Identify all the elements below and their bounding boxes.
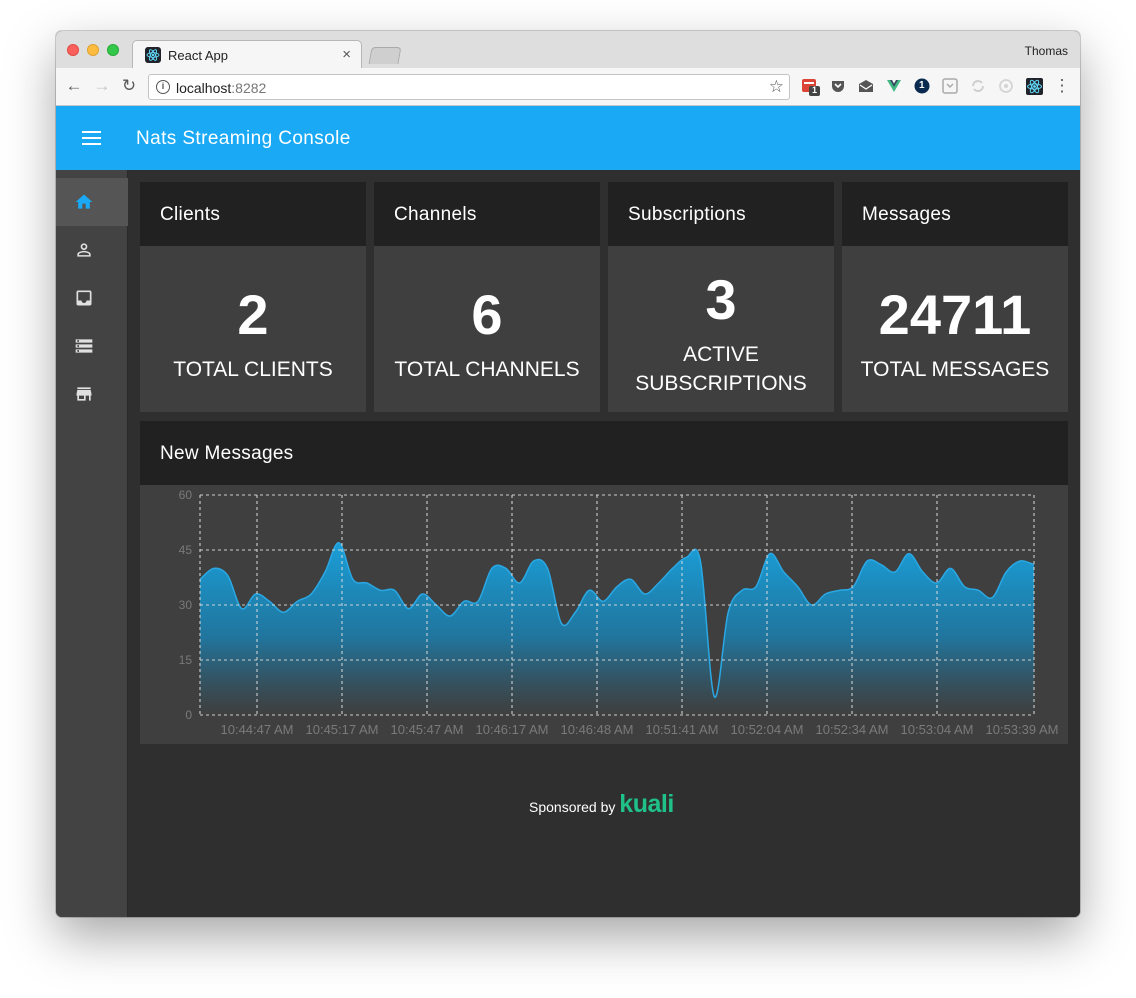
card-title: Channels	[394, 204, 477, 225]
inbox-icon	[76, 290, 92, 306]
extension-badge: 1	[812, 85, 818, 95]
card-label: ACTIVE	[683, 343, 759, 366]
x-tick-label: 10:44:47 AM	[221, 722, 294, 737]
browser-menu-icon[interactable]: ⋮	[1052, 76, 1072, 96]
tab-strip: React App × Thomas	[56, 31, 1080, 69]
card-label: TOTAL CHANNELS	[394, 358, 580, 381]
bookmark-star-icon[interactable]: ☆	[769, 77, 784, 97]
new-tab-button[interactable]	[368, 47, 402, 64]
y-tick-label: 15	[179, 653, 193, 667]
kuali-logo[interactable]: kuali	[619, 790, 674, 818]
x-tick-label: 10:46:48 AM	[561, 722, 634, 737]
card-label: TOTAL CLIENTS	[173, 358, 333, 381]
x-tick-label: 10:46:17 AM	[476, 722, 549, 737]
app-bar: Nats Streaming Console	[56, 106, 1080, 170]
sidebar-item-servers[interactable]	[56, 322, 128, 370]
vue-devtools-icon[interactable]	[886, 78, 903, 95]
back-arrow-icon[interactable]: ←	[64, 76, 84, 96]
tab-close-icon[interactable]: ×	[342, 46, 351, 63]
main-content: Clients 2 TOTAL CLIENTS Channels 6 TOTAL…	[128, 170, 1080, 917]
new-messages-card: New Messages 0 15 30 45 60 10:44:47 AM 10:45:1…	[140, 421, 1068, 744]
channels-card: Channels 6 TOTAL CHANNELS	[374, 182, 600, 412]
minimize-window-button[interactable]	[87, 44, 99, 56]
card-title: Subscriptions	[628, 204, 746, 225]
url-text[interactable]: localhost:8282	[176, 80, 266, 96]
card-label: SUBSCRIPTIONS	[635, 372, 807, 395]
sponsor-footer: Sponsored by kuali	[529, 790, 674, 819]
person-icon	[77, 243, 91, 257]
x-tick-label: 10:53:39 AM	[986, 722, 1059, 737]
sidebar-item-channels[interactable]	[56, 274, 128, 322]
x-tick-label: 10:53:04 AM	[901, 722, 974, 737]
sidebar-nav	[56, 170, 128, 917]
card-value: 3	[705, 268, 737, 331]
sidebar-item-home[interactable]	[56, 178, 128, 226]
card-value: 2	[237, 283, 269, 346]
messages-card: Messages 24711 TOTAL MESSAGES	[842, 182, 1068, 412]
home-icon	[75, 194, 93, 209]
card-value: 24711	[878, 283, 1032, 346]
card-label: TOTAL MESSAGES	[860, 358, 1050, 381]
y-tick-label: 0	[185, 708, 192, 722]
y-tick-label: 45	[179, 543, 193, 557]
card-title: Messages	[862, 204, 951, 225]
zoom-window-button[interactable]	[107, 44, 119, 56]
react-logo-icon	[145, 47, 161, 63]
sidebar-item-clients[interactable]	[56, 226, 128, 274]
react-devtools-icon[interactable]	[1026, 78, 1043, 95]
reload-icon[interactable]: ↻	[119, 76, 139, 96]
sponsor-text: Sponsored by	[529, 799, 620, 815]
browser-tab[interactable]: React App ×	[132, 40, 362, 69]
mail-extension-icon[interactable]	[858, 78, 875, 95]
sync-extension-icon[interactable]	[970, 78, 987, 95]
card-value: 6	[471, 283, 503, 346]
calendar-extension-icon[interactable]: 1	[802, 78, 820, 96]
card-title: Clients	[160, 204, 221, 225]
x-tick-label: 10:52:34 AM	[816, 722, 889, 737]
x-tick-label: 10:51:41 AM	[646, 722, 719, 737]
clients-card: Clients 2 TOTAL CLIENTS	[140, 182, 366, 412]
onepassword-glyph: 1	[919, 80, 925, 91]
close-window-button[interactable]	[67, 44, 79, 56]
tab-title: React App	[168, 48, 228, 63]
profile-name[interactable]: Thomas	[1025, 44, 1068, 58]
forward-arrow-icon[interactable]: →	[92, 76, 112, 96]
browser-window: React App × Thomas ← → ↻ i localhost:828…	[56, 31, 1080, 917]
info-icon[interactable]: i	[156, 80, 170, 94]
save-extension-icon[interactable]	[942, 78, 959, 95]
address-bar[interactable]: i localhost:8282 ☆	[148, 74, 790, 100]
sidebar-item-store[interactable]	[56, 370, 128, 418]
pocket-extension-icon[interactable]	[830, 78, 847, 95]
series-area	[200, 542, 1034, 715]
y-tick-label: 60	[179, 488, 193, 502]
y-tick-label: 30	[179, 598, 193, 612]
x-tick-label: 10:52:04 AM	[731, 722, 804, 737]
storage-icon	[75, 339, 93, 353]
browser-toolbar: ← → ↻ i localhost:8282 ☆ 1 1 ⋮	[56, 68, 1080, 106]
onepassword-extension-icon[interactable]: 1	[914, 78, 931, 95]
chart-title: New Messages	[160, 443, 294, 464]
subscriptions-card: Subscriptions 3 ACTIVE SUBSCRIPTIONS	[608, 182, 834, 412]
app-title: Nats Streaming Console	[136, 128, 351, 149]
redux-devtools-icon[interactable]	[998, 78, 1015, 95]
x-tick-label: 10:45:47 AM	[391, 722, 464, 737]
x-tick-label: 10:45:17 AM	[306, 722, 379, 737]
store-icon	[76, 387, 92, 401]
hamburger-menu-icon[interactable]	[82, 131, 101, 145]
new-messages-chart: 0 15 30 45 60 10:44:47 AM 10:45:17 AM 10:45:47 …	[179, 488, 1059, 737]
